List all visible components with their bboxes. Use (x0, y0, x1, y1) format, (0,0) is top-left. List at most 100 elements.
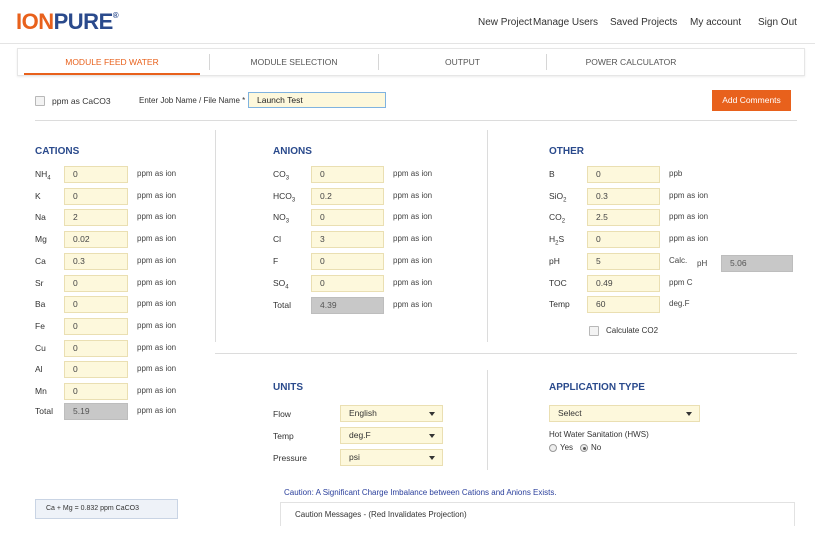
anion-label: Cl (273, 234, 281, 244)
anion-input[interactable]: 0 (311, 209, 384, 227)
other-unit: ppm as ion (669, 234, 709, 244)
calculate-co2-checkbox[interactable] (589, 326, 599, 336)
other-input[interactable]: 2.5 (587, 209, 660, 227)
other-subscript: 2 (561, 219, 566, 226)
units-temp-value: deg.F (349, 430, 371, 440)
other-symbol: S (558, 234, 565, 245)
logo-ion-text: ION (16, 9, 54, 34)
calculate-co2-label: Calculate CO2 (606, 326, 659, 335)
cation-symbol: Na (35, 212, 46, 223)
anion-input[interactable]: 3 (311, 231, 384, 249)
cations-total-label: Total (35, 406, 53, 416)
tab-power-calculator[interactable]: POWER CALCULATOR (547, 49, 715, 75)
cation-unit: ppm as ion (137, 234, 177, 244)
caution-messages-box: Caution Messages - (Red Invalidates Proj… (280, 502, 795, 526)
cation-input[interactable]: 0.02 (64, 231, 128, 249)
column-divider (487, 370, 488, 470)
hws-yes-radio[interactable] (549, 444, 557, 452)
job-name-input[interactable]: Launch Test (248, 92, 386, 108)
anions-total-value: 4.39 (311, 297, 384, 314)
anion-input[interactable]: 0 (311, 166, 384, 183)
units-temp-select[interactable]: deg.F (340, 427, 443, 444)
nav-sign-out[interactable]: Sign Out (758, 17, 797, 28)
nav-my-account[interactable]: My account (690, 17, 741, 28)
chevron-down-icon (429, 456, 435, 460)
application-type-value: Select (558, 408, 582, 418)
cation-input[interactable]: 2 (64, 209, 128, 227)
anions-total-label: Total (273, 300, 291, 310)
cation-input[interactable]: 0 (64, 339, 128, 357)
cation-symbol: Cu (35, 342, 46, 353)
app-header: IONPURE® New Project Manage Users Saved … (0, 0, 815, 44)
cation-label: Sr (35, 278, 44, 288)
other-title: OTHER (549, 146, 584, 157)
cation-symbol: Fe (35, 320, 45, 331)
cation-unit: ppm as ion (137, 277, 177, 287)
divider (35, 120, 797, 121)
hws-no-radio[interactable] (580, 444, 588, 452)
cation-unit: ppm as ion (137, 190, 177, 200)
other-input[interactable]: 60 (587, 296, 660, 314)
cation-input[interactable]: 0.3 (64, 252, 128, 270)
cation-label: Fe (35, 321, 45, 331)
other-unit: ppb (669, 169, 683, 178)
cation-symbol: NH (35, 169, 48, 179)
cations-title: CATIONS (35, 146, 80, 157)
units-pressure-value: psi (349, 452, 360, 462)
cation-input[interactable]: 0 (64, 383, 128, 400)
anion-input[interactable]: 0 (311, 274, 384, 292)
cation-unit: ppm as ion (137, 212, 177, 222)
tab-module-selection[interactable]: MODULE SELECTION (210, 49, 378, 75)
logo-pure-text: PURE (53, 9, 114, 34)
other-unit: Calc. (669, 255, 688, 265)
calc-ph-label: pH (697, 259, 708, 268)
tab-module-feed-water[interactable]: MODULE FEED WATER (24, 49, 200, 75)
anion-unit: ppm as ion (393, 169, 433, 178)
cations-total-value: 5.19 (64, 403, 128, 420)
application-type-select[interactable]: Select (549, 405, 700, 422)
units-title: UNITS (273, 382, 303, 393)
add-comments-button[interactable]: Add Comments (712, 90, 791, 111)
cation-symbol: K (35, 190, 41, 201)
hws-no-label: No (591, 443, 602, 452)
cation-input[interactable]: 0 (64, 274, 128, 292)
anion-unit: ppm as ion (393, 190, 433, 200)
anion-symbol: Cl (273, 234, 282, 245)
anion-subscript: 3 (285, 219, 290, 226)
ppm-caco3-checkbox[interactable] (35, 96, 45, 106)
cation-symbol: Sr (35, 277, 44, 288)
cation-input[interactable]: 0 (64, 317, 128, 335)
tab-output[interactable]: OUTPUT (379, 49, 546, 75)
nav-saved-projects[interactable]: Saved Projects (610, 17, 677, 28)
nav-new-project[interactable]: New Project (478, 17, 532, 28)
anion-symbol: SO (273, 277, 286, 288)
other-input[interactable]: 5 (587, 252, 660, 270)
cation-unit: ppm as ion (137, 386, 177, 395)
other-input[interactable]: 0 (587, 231, 660, 249)
units-flow-select[interactable]: English (340, 405, 443, 422)
chevron-down-icon (429, 412, 435, 416)
other-symbol: B (549, 169, 555, 179)
cation-input[interactable]: 0 (64, 187, 128, 205)
anions-total-unit: ppm as ion (393, 300, 433, 309)
units-pressure-select[interactable]: psi (340, 449, 443, 466)
other-unit: ppm as ion (669, 190, 709, 200)
charge-imbalance-caution: Caution: A Significant Charge Imbalance … (284, 488, 557, 497)
cation-input[interactable]: 0 (64, 361, 128, 379)
units-temp-label: Temp (273, 431, 294, 441)
anion-label: F (273, 256, 278, 266)
other-symbol: pH (549, 255, 560, 266)
nav-manage-users[interactable]: Manage Users (533, 17, 598, 28)
other-input[interactable]: 0.49 (587, 274, 660, 292)
other-unit: deg.F (669, 299, 690, 309)
other-input[interactable]: 0.3 (587, 187, 660, 205)
anion-input[interactable]: 0.2 (311, 187, 384, 205)
ionpure-logo[interactable]: IONPURE® (16, 9, 119, 35)
cation-label: NH4 (35, 169, 51, 182)
other-input[interactable]: 0 (587, 166, 660, 183)
anion-input[interactable]: 0 (311, 252, 384, 270)
cation-label: Al (35, 364, 43, 374)
cation-input[interactable]: 0 (64, 166, 128, 183)
cation-input[interactable]: 0 (64, 296, 128, 314)
cation-unit: ppm as ion (137, 169, 177, 178)
